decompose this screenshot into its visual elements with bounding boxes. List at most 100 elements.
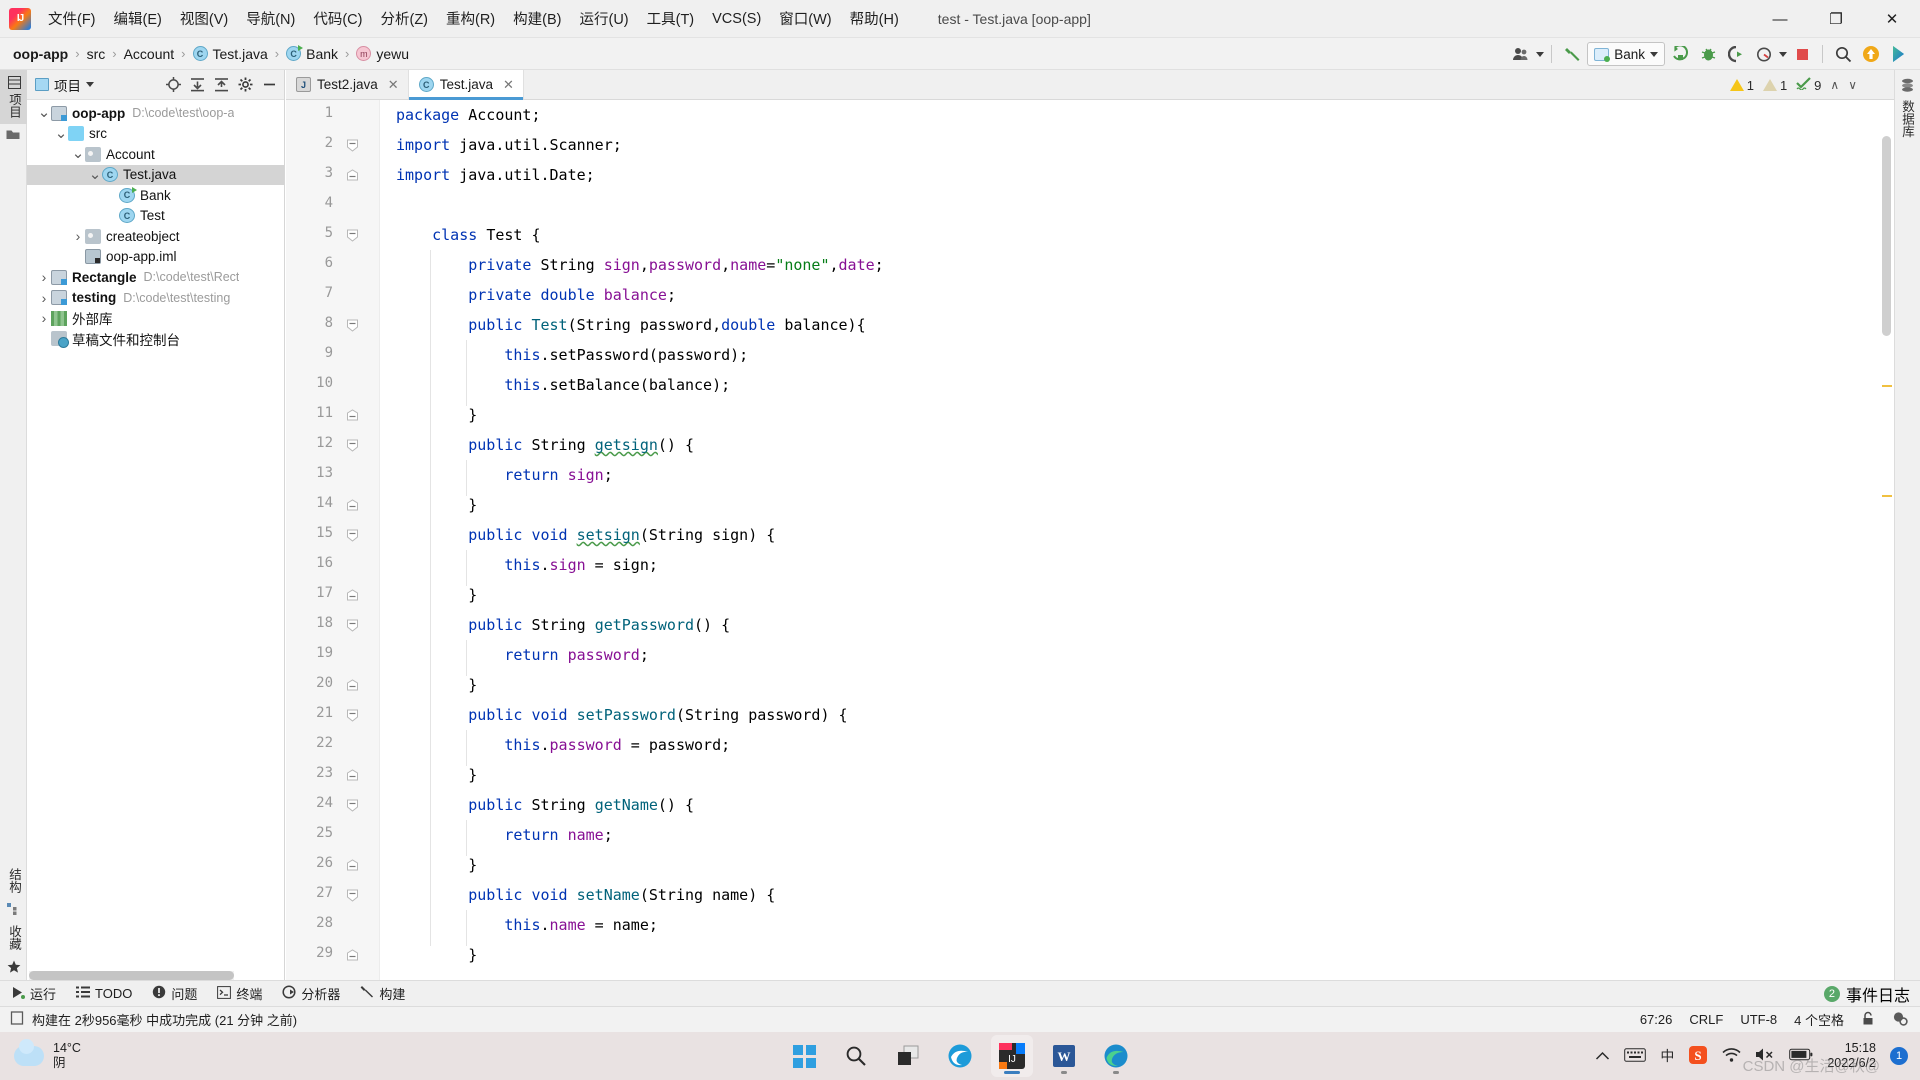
code-fold-open-icon[interactable] (346, 709, 359, 722)
menu-code[interactable]: 代码(C) (304, 4, 371, 33)
menu-vcs[interactable]: VCS(S) (703, 7, 770, 31)
wifi-icon[interactable] (1722, 1047, 1741, 1065)
code-line[interactable]: } (396, 850, 477, 880)
code-fold-end-icon[interactable] (346, 169, 359, 182)
debug-icon[interactable] (1695, 42, 1721, 66)
tree-node-test[interactable]: Test (27, 206, 284, 227)
warning-count[interactable]: 1 (1727, 77, 1757, 94)
tree-node--[interactable]: › 外部库 (27, 308, 284, 329)
edge-beta-app[interactable] (939, 1035, 981, 1077)
error-stripe-marker[interactable] (1882, 385, 1892, 387)
tree-node-oop-app[interactable]: ⌄ oop-app D:\code\test\oop-a (27, 103, 284, 124)
code-line[interactable]: } (396, 490, 477, 520)
edge-app[interactable] (1095, 1035, 1137, 1077)
run-icon[interactable] (1667, 42, 1693, 66)
collapse-all-icon[interactable] (210, 74, 232, 96)
chevron-down-icon[interactable]: ⌄ (88, 167, 102, 182)
hide-panel-icon[interactable] (258, 74, 280, 96)
inspection-widget[interactable]: 1 1 9 ∧ ∨ (1727, 76, 1860, 94)
code-line[interactable]: public String getsign() { (396, 430, 694, 460)
tree-node-testing[interactable]: › testing D:\code\test\testing (27, 288, 284, 309)
search-everywhere-icon[interactable] (1830, 42, 1856, 66)
project-horizontal-scrollbar[interactable] (29, 971, 234, 980)
code-line[interactable]: class Test { (396, 220, 540, 250)
volume-muted-icon[interactable] (1755, 1047, 1775, 1065)
error-stripe-marker[interactable] (1882, 495, 1892, 497)
code-line[interactable]: import java.util.Date; (396, 160, 595, 190)
code-editor[interactable]: 1 2 3 4 5 6 7 8 9 10 11 12 13 14 15 16 17 18 19 20 21 22 23 24 2… (286, 100, 1894, 980)
word-app[interactable]: W (1043, 1035, 1085, 1077)
code-line[interactable]: return password; (396, 640, 649, 670)
tree-node--[interactable]: 草稿文件和控制台 (27, 329, 284, 350)
code-line[interactable]: private double balance; (396, 280, 676, 310)
code-line[interactable]: public Test(String password,double balan… (396, 310, 865, 340)
chevron-down-icon[interactable] (1650, 51, 1658, 57)
tree-node-account[interactable]: ⌄ Account (27, 144, 284, 165)
code-line[interactable]: public String getPassword() { (396, 610, 730, 640)
expand-all-icon[interactable] (186, 74, 208, 96)
taskbar-clock[interactable]: 15:18 2022/6/2 (1827, 1041, 1876, 1071)
tree-node-createobject[interactable]: › createobject (27, 226, 284, 247)
inspection-settings-icon[interactable] (1892, 1011, 1908, 1029)
menu-view[interactable]: 视图(V) (171, 4, 237, 33)
editor-tab-test-java[interactable]: Test.java ✕ (408, 70, 524, 100)
tool-window-run[interactable]: 运行 (2, 981, 65, 1006)
tree-node-oop-app-iml[interactable]: oop-app.iml (27, 247, 284, 268)
menu-build[interactable]: 构建(B) (504, 4, 570, 33)
code-fold-open-icon[interactable] (346, 529, 359, 542)
sogou-input-icon[interactable]: S (1688, 1045, 1708, 1068)
run-with-coverage-icon[interactable] (1723, 42, 1749, 66)
line-separator[interactable]: CRLF (1689, 1012, 1723, 1027)
breadcrumb-item-account[interactable]: Account (121, 44, 178, 64)
chevron-right-icon[interactable]: › (37, 310, 51, 326)
code-fold-open-icon[interactable] (346, 889, 359, 902)
account-chevron-down-icon[interactable] (1536, 51, 1545, 57)
code-fold-end-icon[interactable] (346, 409, 359, 422)
menu-run[interactable]: 运行(U) (570, 4, 637, 33)
run-configuration-selector[interactable]: Bank (1587, 42, 1665, 66)
code-line[interactable]: package Account; (396, 100, 541, 130)
code-fold-end-icon[interactable] (346, 589, 359, 602)
stop-icon[interactable] (1789, 42, 1815, 66)
code-line[interactable]: public String getName() { (396, 790, 694, 820)
task-view-button[interactable] (887, 1035, 929, 1077)
code-line[interactable]: this.setPassword(password); (396, 340, 748, 370)
weak-warning-count[interactable]: 1 (1760, 77, 1790, 94)
profile-icon[interactable] (1751, 42, 1777, 66)
code-fold-open-icon[interactable] (346, 229, 359, 242)
code-line[interactable]: return name; (396, 820, 612, 850)
intellij-idea-app[interactable]: IJ (991, 1035, 1033, 1077)
code-line[interactable]: } (396, 400, 477, 430)
menu-bar[interactable]: 文件(F) 编辑(E) 视图(V) 导航(N) 代码(C) 分析(Z) 重构(R) 构建(B)… (39, 4, 908, 33)
previous-problem-icon[interactable]: ∧ (1827, 78, 1842, 92)
code-fold-end-icon[interactable] (346, 949, 359, 962)
menu-edit[interactable]: 编辑(E) (105, 4, 171, 33)
vertical-tab-commit[interactable] (0, 124, 26, 144)
project-view-chevron-down-icon[interactable] (86, 82, 94, 87)
tree-node-test-java[interactable]: ⌄ Test.java (27, 164, 284, 185)
chevron-right-icon[interactable]: › (37, 290, 51, 306)
breadcrumb-item-test-java[interactable]: Test.java (190, 44, 271, 64)
breadcrumb-item-src[interactable]: src (84, 44, 109, 64)
ide-assistant-icon[interactable] (1886, 42, 1912, 66)
update-project-icon[interactable] (1858, 42, 1884, 66)
file-encoding[interactable]: UTF-8 (1740, 1012, 1777, 1027)
settings-gear-icon[interactable] (234, 74, 256, 96)
tree-node-src[interactable]: ⌄ src (27, 124, 284, 145)
code-fold-open-icon[interactable] (346, 799, 359, 812)
close-tab-icon[interactable]: ✕ (388, 77, 399, 93)
search-button[interactable] (835, 1035, 877, 1077)
vertical-tab-structure[interactable]: 结构 (0, 861, 29, 900)
code-line[interactable]: this.name = name; (396, 910, 658, 940)
chevron-down-icon[interactable]: ⌄ (54, 126, 68, 141)
chevron-down-icon[interactable]: ⌄ (71, 146, 85, 161)
code-fold-end-icon[interactable] (346, 499, 359, 512)
menu-analyze[interactable]: 分析(Z) (371, 4, 437, 33)
code-fold-end-icon[interactable] (346, 769, 359, 782)
tool-window-build[interactable]: 构建 (351, 981, 414, 1006)
code-line[interactable]: } (396, 760, 477, 790)
code-fold-open-icon[interactable] (346, 139, 359, 152)
vertical-tab-database[interactable]: 数据库 (1898, 100, 1917, 138)
code-line[interactable]: } (396, 670, 477, 700)
build-hammer-icon[interactable] (1559, 42, 1585, 66)
